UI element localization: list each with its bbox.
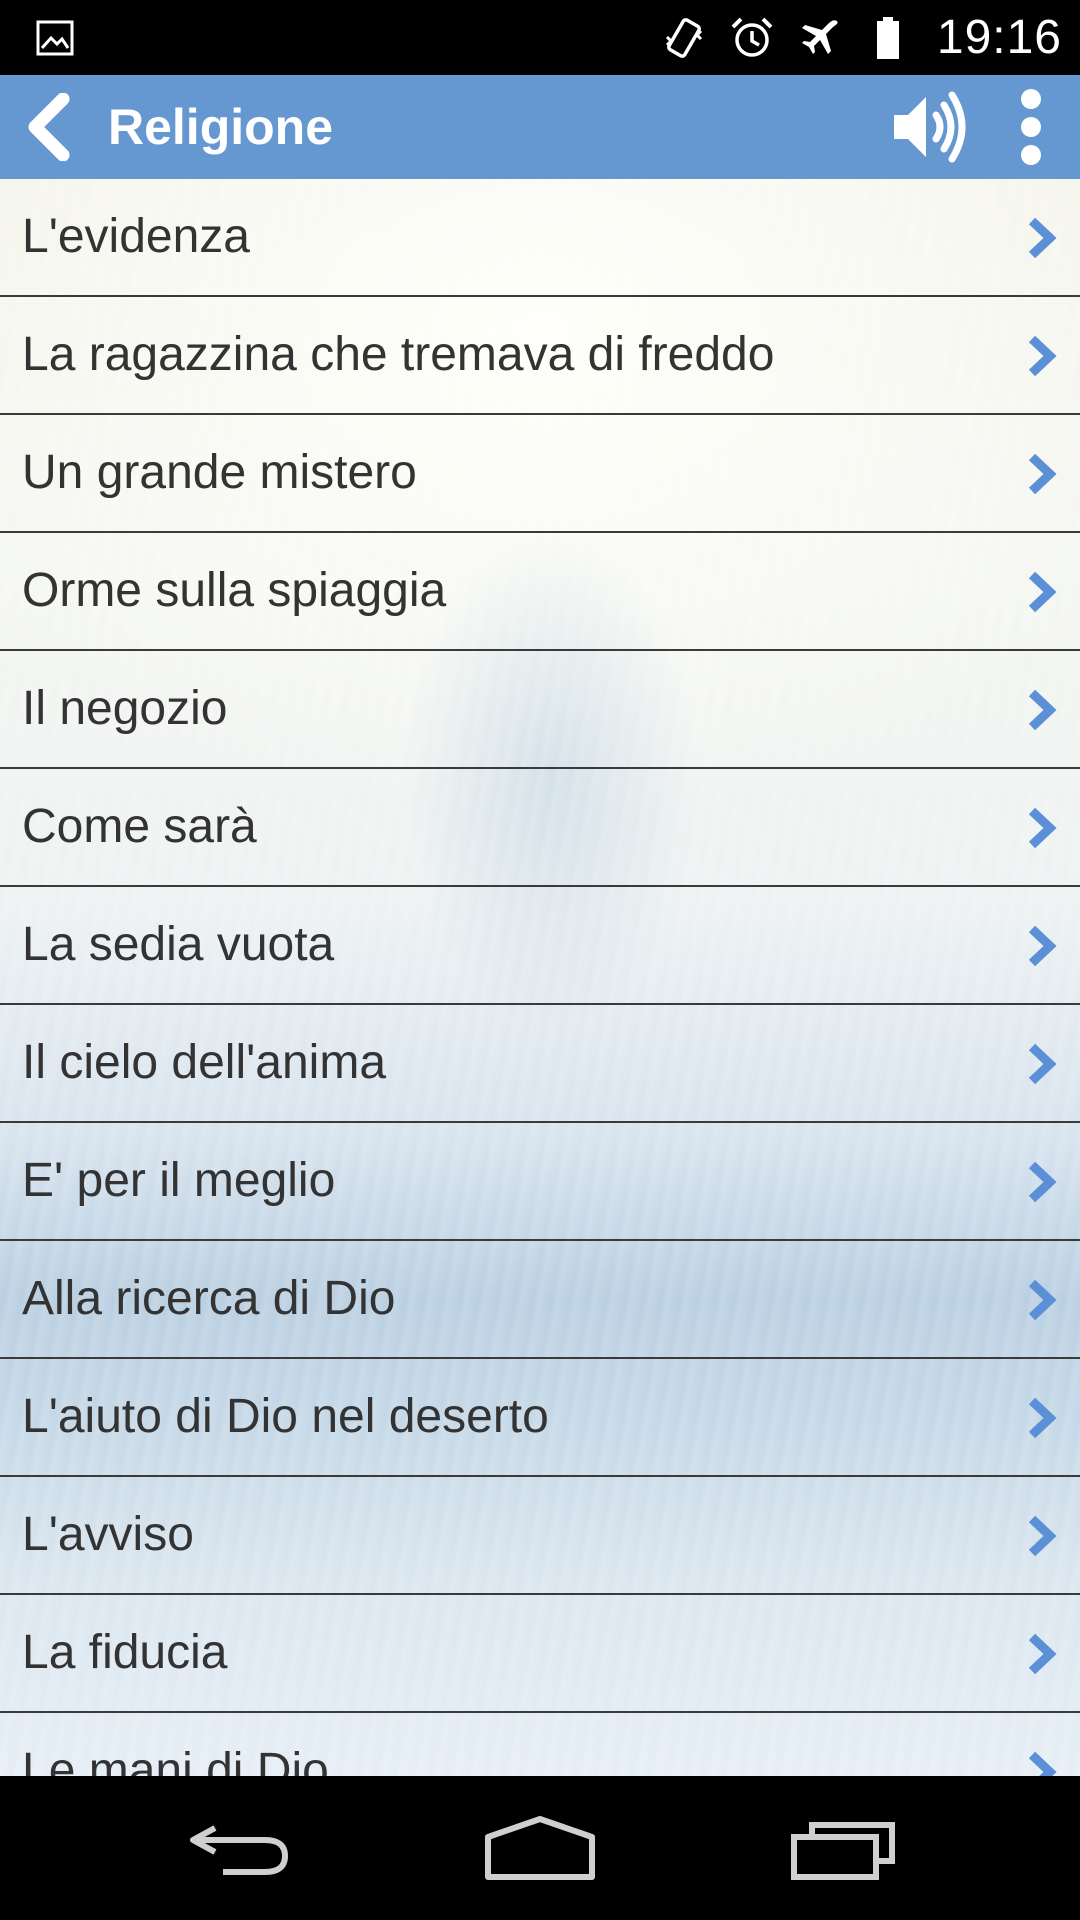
list-item-label: Un grande mistero	[22, 446, 417, 499]
recents-icon	[791, 1822, 895, 1880]
list-item[interactable]: La fiducia	[0, 1595, 1080, 1713]
chevron-right-icon	[1028, 335, 1057, 377]
list-item[interactable]: Un grande mistero	[0, 415, 1080, 533]
image-icon	[36, 20, 74, 56]
vibrate-icon	[665, 17, 702, 58]
list-item-label: Alla ricerca di Dio	[22, 1272, 396, 1325]
chevron-right-icon	[1028, 1161, 1057, 1203]
sound-button[interactable]	[880, 83, 980, 171]
overflow-menu-button[interactable]	[1006, 83, 1056, 171]
list-item-label: La fiducia	[22, 1626, 228, 1679]
list-item[interactable]: L'aiuto di Dio nel deserto	[0, 1359, 1080, 1477]
content-area: L'evidenza La ragazzina che tremava di f…	[0, 179, 1080, 1776]
list-item-label: Il cielo dell'anima	[22, 1036, 387, 1089]
list-item[interactable]: L'avviso	[0, 1477, 1080, 1595]
list-item-label: Le mani di Dio	[22, 1744, 329, 1776]
status-bar: 19:16	[0, 0, 1080, 75]
page-title: Religione	[108, 99, 334, 155]
list-item-label: La ragazzina che tremava di freddo	[22, 328, 775, 381]
battery-icon	[876, 16, 899, 59]
chevron-right-icon	[1028, 1279, 1057, 1321]
airplane-mode-icon	[801, 19, 838, 54]
story-list: L'evidenza La ragazzina che tremava di f…	[0, 179, 1080, 1776]
chevron-right-icon	[1028, 453, 1057, 495]
nav-home-button[interactable]	[470, 1798, 610, 1898]
back-icon	[28, 93, 70, 161]
list-item[interactable]: La sedia vuota	[0, 887, 1080, 1005]
list-item[interactable]: Il negozio	[0, 651, 1080, 769]
alarm-icon	[731, 17, 773, 57]
list-item-label: Come sarà	[22, 800, 257, 853]
list-item[interactable]: Orme sulla spiaggia	[0, 533, 1080, 651]
home-icon	[485, 1816, 595, 1880]
chevron-right-icon	[1028, 689, 1057, 731]
chevron-right-icon	[1028, 1751, 1057, 1776]
list-item[interactable]: Come sarà	[0, 769, 1080, 887]
action-bar: Religione	[0, 75, 1080, 179]
chevron-right-icon	[1028, 217, 1057, 259]
list-item-label: L'avviso	[22, 1508, 194, 1561]
list-item-label: La sedia vuota	[22, 918, 335, 971]
chevron-right-icon	[1028, 1397, 1057, 1439]
navigation-bar	[0, 1776, 1080, 1920]
list-item[interactable]: Alla ricerca di Dio	[0, 1241, 1080, 1359]
back-nav-icon	[190, 1825, 289, 1875]
chevron-right-icon	[1028, 807, 1057, 849]
list-item-label: E' per il meglio	[22, 1154, 336, 1207]
nav-back-button[interactable]	[170, 1798, 310, 1898]
list-item-label: Orme sulla spiaggia	[22, 564, 447, 617]
sound-icon	[894, 91, 966, 163]
chevron-right-icon	[1028, 925, 1057, 967]
list-item-label: L'aiuto di Dio nel deserto	[22, 1390, 549, 1443]
status-time: 19:16	[936, 11, 1062, 64]
chevron-right-icon	[1028, 571, 1057, 613]
list-item-label: Il negozio	[22, 682, 228, 735]
chevron-right-icon	[1028, 1043, 1057, 1085]
status-icons: 19:16	[661, 0, 1062, 75]
list-item-label: L'evidenza	[22, 210, 250, 263]
list-item[interactable]: La ragazzina che tremava di freddo	[0, 297, 1080, 415]
chevron-right-icon	[1028, 1633, 1057, 1675]
screen: 19:16 Religione L'evidenza La ragazzina …	[0, 0, 1080, 1920]
chevron-right-icon	[1028, 1515, 1057, 1557]
list-item[interactable]: Le mani di Dio	[0, 1713, 1080, 1776]
nav-recents-button[interactable]	[774, 1798, 914, 1898]
list-item[interactable]: L'evidenza	[0, 179, 1080, 297]
list-item[interactable]: E' per il meglio	[0, 1123, 1080, 1241]
overflow-menu-icon	[1021, 89, 1041, 165]
back-button[interactable]	[8, 87, 88, 167]
list-item[interactable]: Il cielo dell'anima	[0, 1005, 1080, 1123]
